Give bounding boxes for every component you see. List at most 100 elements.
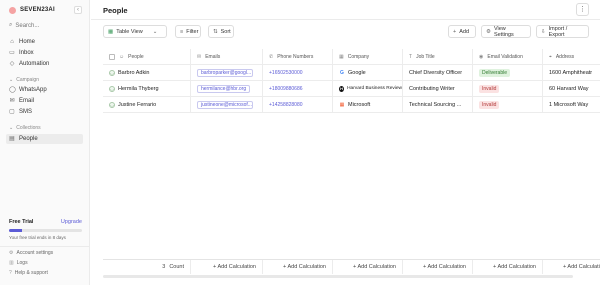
person-icon: ☺ (119, 53, 125, 60)
company-name: Microsoft (348, 101, 371, 108)
email-chip[interactable]: justineone@microsof... (197, 100, 253, 109)
cell-company[interactable]: H Harvard Business Review (333, 81, 403, 96)
sidebar-item-home[interactable]: ⌂ Home (9, 38, 35, 46)
collapse-sidebar-button[interactable]: ‹ (74, 6, 82, 14)
cell-email[interactable]: justineone@microsof... (191, 97, 263, 112)
cell-email-validation[interactable]: Invalid (473, 97, 543, 112)
column-header-people[interactable]: ☺ People (103, 49, 191, 64)
sidebar-item-sms[interactable]: ▢ SMS (9, 108, 32, 116)
add-button[interactable]: + Add (448, 25, 476, 38)
column-header-phone[interactable]: ✆ Phone Numbers (263, 49, 333, 64)
add-calculation-button[interactable]: + Add Calculation (543, 260, 600, 274)
person-name: Barbro Adkin (118, 69, 150, 76)
cell-phone[interactable]: +18009880686 (263, 81, 333, 96)
count-label: Count (169, 264, 184, 270)
cell-person[interactable]: ◡ Justine Ferrario (103, 97, 191, 112)
add-calculation-button[interactable]: + Add Calculation (333, 260, 403, 274)
add-label: Add (459, 28, 470, 35)
avatar: ◡ (109, 85, 115, 92)
settings-icon: ⚙ (486, 28, 491, 35)
cell-person[interactable]: ◡ Hermila Thyberg (103, 81, 191, 96)
sidebar-item-whatsapp[interactable]: ◯ WhatsApp (9, 86, 47, 94)
automation-icon: ◇ (9, 61, 15, 67)
phone-link[interactable]: +16502530000 (269, 70, 303, 76)
count-cell[interactable]: 3 Count (103, 260, 191, 274)
cell-email[interactable]: hermilance@hbr.org (191, 81, 263, 96)
filter-button[interactable]: ≡ Filter (175, 25, 201, 38)
sort-button[interactable]: ⇅ Sort (208, 25, 234, 38)
cell-job-title[interactable]: Contributing Writer (403, 81, 473, 96)
add-calculation-button[interactable]: + Add Calculation (473, 260, 543, 274)
column-header-company[interactable]: ▦ Company (333, 49, 403, 64)
trial-progress-bar (9, 229, 82, 232)
person-name: Hermila Thyberg (118, 85, 159, 92)
help-icon: ? (9, 270, 12, 276)
select-all-checkbox[interactable] (109, 53, 115, 60)
phone-link[interactable]: +14258828080 (269, 102, 303, 108)
cell-phone[interactable]: +16502530000 (263, 65, 333, 80)
sidebar-item-people[interactable]: ▤ People (9, 135, 38, 143)
column-header-email-validation[interactable]: ◉ Email Validation (473, 49, 543, 64)
logs-link[interactable]: ▥ Logs (9, 260, 28, 266)
email-chip[interactable]: hermilance@hbr.org (197, 84, 251, 93)
count-value: 3 (162, 264, 166, 270)
cell-email-validation[interactable]: Deliverable (473, 65, 543, 80)
sidebar-item-label: WhatsApp (19, 87, 47, 93)
cell-company[interactable]: G Google (333, 65, 403, 80)
cell-job-title[interactable]: Technical Sourcing ... (403, 97, 473, 112)
footer-item-label: Logs (16, 260, 28, 266)
column-header-address[interactable]: ⌖ Address (543, 49, 600, 64)
view-selector[interactable]: ▦ Table View ⌄ (103, 25, 167, 38)
brand-logo (9, 6, 16, 14)
sidebar-item-automation[interactable]: ◇ Automation (9, 60, 50, 68)
company-name: Harvard Business Review (347, 86, 402, 91)
search-icon: ⌕ (9, 22, 13, 28)
cell-person[interactable]: ◡ Barbro Adkin (103, 65, 191, 80)
company-icon: ▦ (339, 53, 344, 60)
plus-icon: + (453, 28, 457, 35)
help-support-link[interactable]: ? Help & support (9, 270, 48, 276)
cell-email-validation[interactable]: Invalid (473, 81, 543, 96)
column-header-job-title[interactable]: T Job Title (403, 49, 473, 64)
phone-link[interactable]: +18009880686 (269, 86, 303, 92)
filter-label: Filter (186, 28, 199, 35)
phone-icon: ✆ (269, 53, 274, 60)
cell-address[interactable]: 1 Microsoft Way (543, 97, 600, 112)
import-export-button[interactable]: ⇩ Import / Export (536, 25, 589, 38)
cell-job-title[interactable]: Chief Diversity Officer (403, 65, 473, 80)
campaign-section-toggle[interactable]: ⌄ Campaign (9, 77, 39, 83)
sidebar-item-label: Email (19, 98, 35, 104)
sidebar-item-email[interactable]: ✉ Email (9, 97, 34, 105)
view-settings-button[interactable]: ⚙ View Settings (481, 25, 531, 38)
people-icon: ▤ (9, 136, 15, 142)
chevron-down-icon: ⌄ (9, 77, 14, 83)
horizontal-scrollbar[interactable] (103, 275, 573, 278)
address-text: 1600 Amphitheatr (549, 69, 593, 76)
cell-address[interactable]: 60 Harvard Way (543, 81, 600, 96)
account-settings-link[interactable]: ⚙ Account settings (9, 250, 53, 256)
add-calculation-button[interactable]: + Add Calculation (191, 260, 263, 274)
add-calculation-button[interactable]: + Add Calculation (263, 260, 333, 274)
cell-phone[interactable]: +14258828080 (263, 97, 333, 112)
column-header-emails[interactable]: ✉ Emails (191, 49, 263, 64)
email-chip[interactable]: barbroparker@googl... (197, 68, 253, 77)
cell-address[interactable]: 1600 Amphitheatr (543, 65, 600, 80)
search-input[interactable]: ⌕ Search... (9, 22, 39, 29)
more-options-button[interactable]: ⋮ (576, 3, 589, 16)
email-icon: ✉ (197, 53, 202, 60)
location-icon: ⌖ (549, 53, 552, 60)
people-table: ☺ People ✉ Emails ✆ Phone Numbers ▦ Comp… (103, 49, 600, 279)
add-calculation-button[interactable]: + Add Calculation (403, 260, 473, 274)
sort-label: Sort (220, 28, 231, 35)
cell-email[interactable]: barbroparker@googl... (191, 65, 263, 80)
inbox-icon: ▭ (9, 50, 15, 56)
sidebar-item-inbox[interactable]: ▭ Inbox (9, 49, 34, 57)
table-view-icon: ▦ (108, 28, 114, 35)
upgrade-link[interactable]: Upgrade (61, 219, 82, 225)
collections-section-toggle[interactable]: ⌄ Collections (9, 125, 41, 131)
view-settings-label: View Settings (493, 25, 514, 38)
sort-icon: ⇅ (213, 28, 218, 35)
column-header-label: Company (347, 53, 370, 60)
workspace-switcher[interactable]: SEVEN23AI (9, 5, 55, 15)
cell-company[interactable]: ▦ Microsoft (333, 97, 403, 112)
